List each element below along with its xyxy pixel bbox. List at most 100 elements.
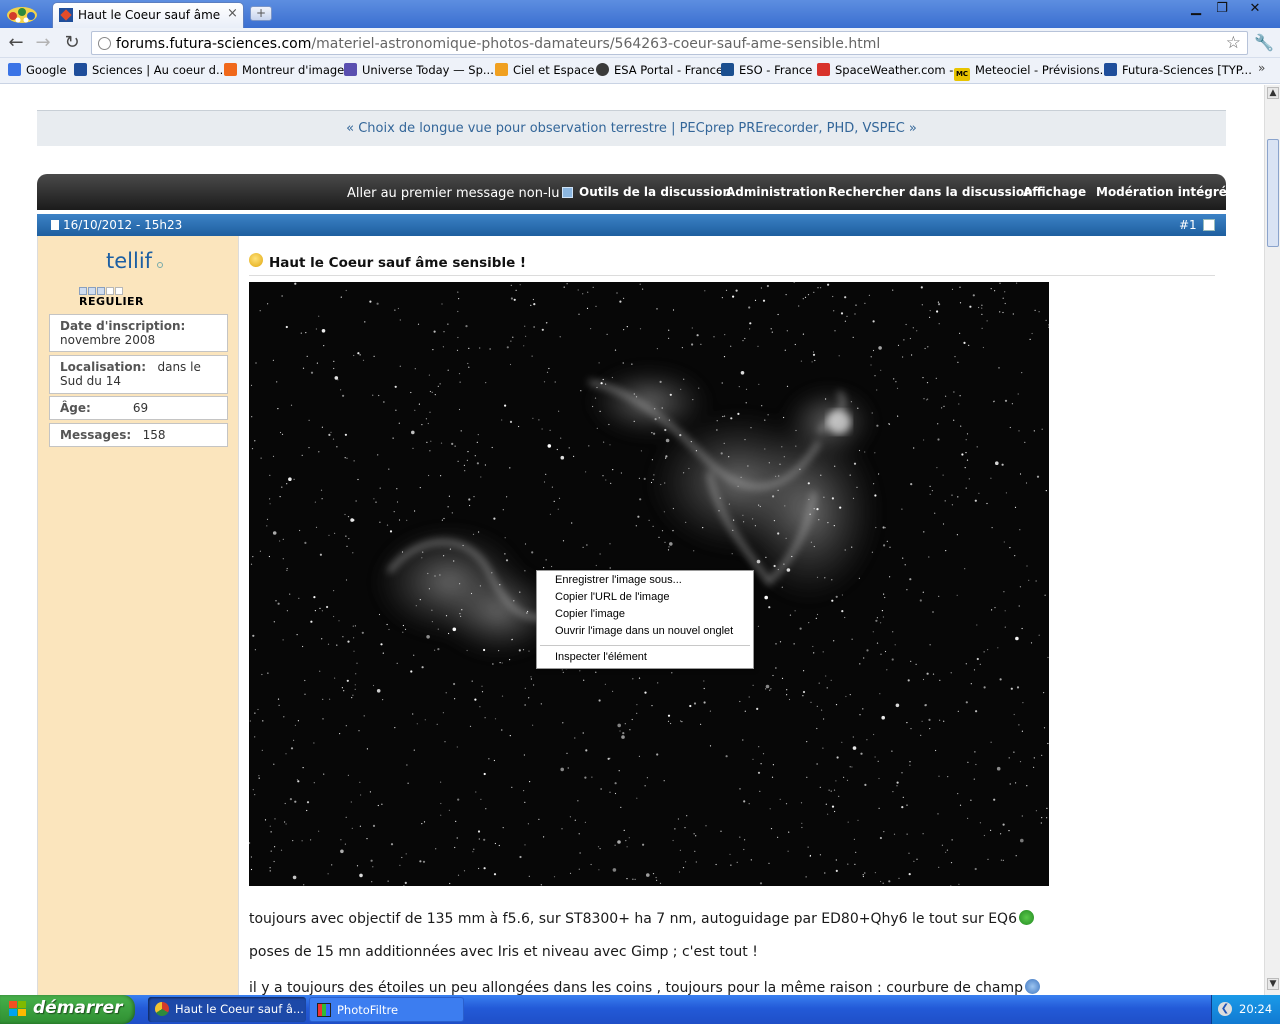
scroll-up-arrow-icon[interactable]: ▲ xyxy=(1267,87,1279,99)
title-bar: Haut le Coeur sauf âme sensible × + ▁ ❐ … xyxy=(0,0,1280,28)
location-box: Localisation: dans le Sud du 14 xyxy=(49,355,228,394)
bookmark-universe-today[interactable]: Universe Today — Sp... xyxy=(344,63,494,79)
tray-arrow-icon[interactable]: ❮ xyxy=(1218,1002,1232,1016)
blogger-icon xyxy=(224,63,237,76)
messages-label: Messages: xyxy=(60,428,132,442)
windows-flag-icon xyxy=(9,1001,27,1018)
browser-tab[interactable]: Haut le Coeur sauf âme sensible × xyxy=(52,2,244,28)
reload-icon[interactable]: ↻ xyxy=(61,32,83,54)
post-select-checkbox[interactable] xyxy=(1203,219,1215,231)
vertical-scrollbar[interactable]: ▲ ▼ xyxy=(1264,85,1280,995)
wrench-icon[interactable]: 🔧 xyxy=(1253,32,1275,54)
url-host: forums.futura-sciences.com xyxy=(116,36,312,52)
chrome-logo-icon xyxy=(7,7,37,23)
image-context-menu: Enregistrer l'image sous... Copier l'URL… xyxy=(536,570,754,669)
first-unread-link[interactable]: Aller au premier message non-lu xyxy=(347,186,573,201)
ciel-espace-icon xyxy=(495,63,508,76)
display-menu[interactable]: Affichage xyxy=(1023,185,1086,199)
post-date: 16/10/2012 - 15h23 xyxy=(63,218,183,232)
join-date-box: Date d'inscription: novembre 2008 xyxy=(49,314,228,352)
next-thread-link[interactable]: PECprep PRErecorder, PHD, VSPEC » xyxy=(680,121,917,136)
taskbar-item-photofiltre[interactable]: PhotoFiltre xyxy=(309,997,464,1022)
search-thread-menu[interactable]: Rechercher dans la discussion xyxy=(828,185,1033,199)
taskbar-item-chrome[interactable]: Haut le Coeur sauf â... xyxy=(148,997,306,1022)
smiley-icon xyxy=(249,253,263,267)
new-tab-button[interactable]: + xyxy=(250,6,272,21)
bookmarks-more-button[interactable]: » xyxy=(1258,61,1265,75)
age-value: 69 xyxy=(132,401,149,415)
post-number-link[interactable]: #1 xyxy=(1179,218,1197,232)
bookmark-montreur[interactable]: Montreur d'images xyxy=(224,63,350,79)
unread-arrow-icon xyxy=(561,187,573,198)
spaceweather-icon xyxy=(817,63,830,76)
username-link[interactable]: tellif xyxy=(106,249,152,273)
join-date-label: Date d'inscription: xyxy=(60,319,186,333)
windows-taskbar: démarrer Haut le Coeur sauf â... PhotoFi… xyxy=(0,995,1280,1024)
bookmark-ciel-espace[interactable]: Ciel et Espace xyxy=(495,63,594,79)
age-box: Âge: 69 xyxy=(49,396,228,420)
maximize-button[interactable]: ❐ xyxy=(1208,0,1236,18)
menu-separator xyxy=(540,645,750,646)
eso-icon xyxy=(721,63,734,76)
messages-box: Messages: 158 xyxy=(49,423,228,447)
rank-box xyxy=(79,287,87,295)
url-text[interactable]: forums.futura-sciences.com/materiel-astr… xyxy=(116,36,880,52)
bookmark-meteociel[interactable]: MC Meteociel - Prévisions... xyxy=(954,63,1111,81)
meteociel-icon: MC xyxy=(954,68,970,81)
save-image-as-item[interactable]: Enregistrer l'image sous... xyxy=(555,574,682,586)
age-label: Âge: xyxy=(60,401,91,415)
futura-favicon-icon xyxy=(59,8,73,22)
rank-box xyxy=(115,287,123,295)
page-viewport: « Choix de longue vue pour observation t… xyxy=(0,85,1264,995)
start-button[interactable]: démarrer xyxy=(0,995,135,1024)
confused-smiley-icon xyxy=(1025,979,1040,994)
post-line-3: il y a toujours des étoiles un peu allon… xyxy=(249,979,1040,995)
open-image-new-tab-item[interactable]: Ouvrir l'image dans un nouvel onglet xyxy=(555,625,733,637)
moderation-menu[interactable]: Modération intégrée xyxy=(1096,185,1235,199)
location-value-2: Sud du 14 xyxy=(60,374,121,388)
system-tray: ❮ 20:24 xyxy=(1211,995,1280,1024)
photofiltre-icon xyxy=(317,1003,331,1017)
bookmark-futura[interactable]: Futura-Sciences [TYP... xyxy=(1104,63,1252,79)
bookmark-eso[interactable]: ESO - France xyxy=(721,63,812,79)
scroll-thumb[interactable] xyxy=(1267,139,1279,247)
back-arrow-icon[interactable]: ← xyxy=(5,32,27,54)
bookmark-esa[interactable]: ESA Portal - France xyxy=(596,63,723,79)
administration-menu[interactable]: Administration xyxy=(726,185,827,199)
rank-box xyxy=(97,287,105,295)
bookmark-google[interactable]: Google xyxy=(8,63,67,79)
clock: 20:24 xyxy=(1239,1002,1273,1016)
tab-close-icon[interactable]: × xyxy=(227,6,238,21)
minimize-button[interactable]: ▁ xyxy=(1182,0,1210,18)
post-header: 16/10/2012 - 15h23 #1 xyxy=(37,214,1226,236)
forward-arrow-icon[interactable]: → xyxy=(32,32,54,54)
inspect-element-item[interactable]: Inspecter l'élément xyxy=(555,651,647,663)
copy-image-url-item[interactable]: Copier l'URL de l'image xyxy=(555,591,669,603)
join-date-value: novembre 2008 xyxy=(60,333,156,347)
address-bar[interactable]: forums.futura-sciences.com/materiel-astr… xyxy=(91,31,1248,55)
scroll-down-arrow-icon[interactable]: ▼ xyxy=(1267,978,1279,990)
close-window-button[interactable]: ✕ xyxy=(1234,0,1276,18)
thread-tools-menu[interactable]: Outils de la discussion xyxy=(579,185,731,199)
tab-title: Haut le Coeur sauf âme sensible xyxy=(78,8,222,22)
post-title: Haut le Coeur sauf âme sensible ! xyxy=(269,255,527,271)
title-divider xyxy=(249,275,1215,276)
user-rank: REGULIER xyxy=(79,295,145,308)
post-line-2: poses de 15 mn additionnées avec Iris et… xyxy=(249,944,758,960)
grin-smiley-icon xyxy=(1018,910,1034,925)
esa-icon xyxy=(596,63,609,76)
navigation-bar: ← → ↻ forums.futura-sciences.com/materie… xyxy=(0,28,1280,58)
bookmark-sciences[interactable]: Sciences | Au coeur d... xyxy=(74,63,227,79)
bookmark-spaceweather[interactable]: SpaceWeather.com -- xyxy=(817,63,958,79)
star-icon[interactable]: ☆ xyxy=(1226,33,1241,53)
universe-today-icon xyxy=(344,63,357,76)
copy-image-item[interactable]: Copier l'image xyxy=(555,608,625,620)
futura-icon xyxy=(74,63,87,76)
thread-nav-separator: | xyxy=(671,121,676,136)
post-line-1: toujours avec objectif de 135 mm à f5.6,… xyxy=(249,910,1034,927)
futura-icon xyxy=(1104,63,1117,76)
user-info-panel: tellif REGULIER Date d'inscription: nove… xyxy=(37,236,239,995)
rank-box xyxy=(106,287,114,295)
previous-thread-link[interactable]: « Choix de longue vue pour observation t… xyxy=(346,121,667,136)
google-icon xyxy=(8,63,21,76)
